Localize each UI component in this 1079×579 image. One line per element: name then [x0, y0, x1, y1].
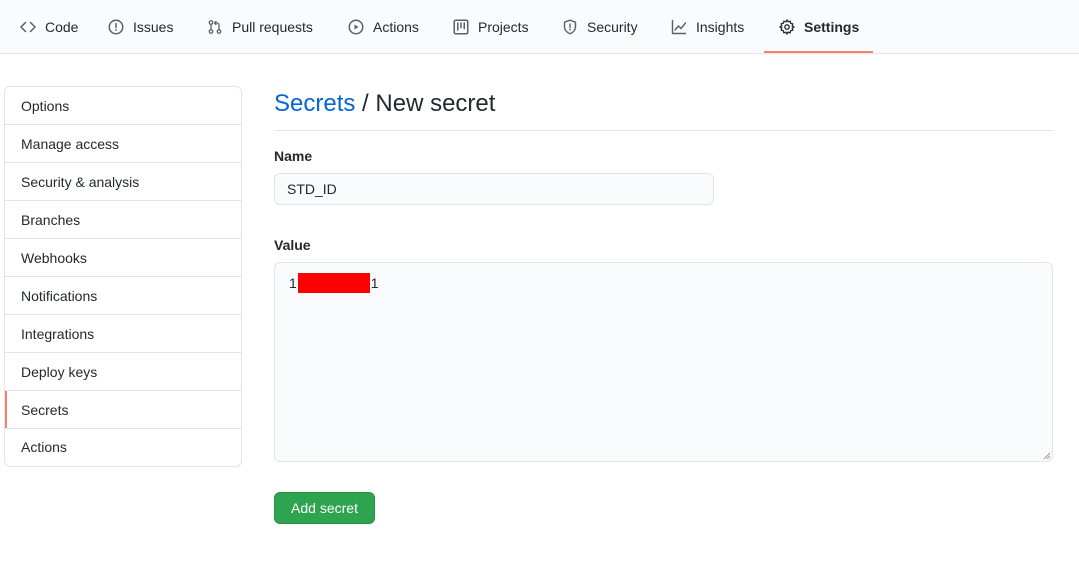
add-secret-button[interactable]: Add secret — [274, 492, 375, 524]
sidebar-item-deploy-keys[interactable]: Deploy keys — [5, 353, 241, 391]
sidebar-item-manage-access[interactable]: Manage access — [5, 125, 241, 163]
tab-issues[interactable]: Issues — [108, 0, 173, 54]
secret-value-content: 11 — [289, 273, 379, 293]
sidebar-item-security-analysis[interactable]: Security & analysis — [5, 163, 241, 201]
tab-actions-label: Actions — [373, 19, 419, 35]
value-label: Value — [274, 237, 311, 253]
settings-sidebar: Options Manage access Security & analysi… — [4, 86, 242, 467]
tab-pull-requests[interactable]: Pull requests — [207, 0, 313, 54]
secret-value-textarea[interactable]: 11 — [274, 262, 1053, 462]
sidebar-item-webhooks[interactable]: Webhooks — [5, 239, 241, 277]
breadcrumb-current: New secret — [375, 90, 496, 117]
tab-projects-label: Projects — [478, 19, 529, 35]
sidebar-item-actions[interactable]: Actions — [5, 429, 241, 466]
sidebar-item-options[interactable]: Options — [5, 87, 241, 125]
sidebar-item-integrations[interactable]: Integrations — [5, 315, 241, 353]
tab-pull-requests-label: Pull requests — [232, 19, 313, 35]
sidebar-item-branches[interactable]: Branches — [5, 201, 241, 239]
gear-icon — [779, 19, 795, 35]
sidebar-item-secrets[interactable]: Secrets — [5, 391, 241, 429]
tab-settings[interactable]: Settings — [779, 0, 859, 54]
redaction-box — [297, 273, 370, 293]
tab-code[interactable]: Code — [20, 0, 78, 54]
resize-grip-icon[interactable] — [1041, 450, 1051, 460]
issue-opened-icon — [108, 19, 124, 35]
tab-insights-label: Insights — [696, 19, 745, 35]
tab-security[interactable]: Security — [562, 0, 638, 54]
sidebar-item-notifications[interactable]: Notifications — [5, 277, 241, 315]
project-icon — [453, 19, 469, 35]
secret-value-prefix: 1 — [289, 275, 297, 291]
shield-icon — [562, 19, 578, 35]
tab-security-label: Security — [587, 19, 638, 35]
repo-nav: Code Issues Pull requests Actions Projec… — [0, 0, 1079, 54]
tab-insights[interactable]: Insights — [671, 0, 744, 54]
tab-settings-label: Settings — [804, 19, 860, 35]
tab-actions[interactable]: Actions — [348, 0, 419, 54]
secret-name-field[interactable]: STD_ID — [274, 173, 714, 205]
page-title: Secrets / New secret — [274, 88, 1054, 131]
git-pull-request-icon — [207, 19, 223, 35]
name-label: Name — [274, 148, 313, 164]
selected-tab-underline — [764, 51, 873, 53]
breadcrumb-secrets-link[interactable]: Secrets — [274, 90, 355, 117]
play-icon — [348, 19, 364, 35]
tab-code-label: Code — [45, 19, 79, 35]
secret-value-suffix: 1 — [370, 275, 379, 291]
graph-icon — [671, 19, 687, 35]
tab-issues-label: Issues — [133, 19, 174, 35]
tab-projects[interactable]: Projects — [453, 0, 529, 54]
breadcrumb-separator: / — [355, 90, 376, 117]
code-icon — [20, 19, 36, 35]
